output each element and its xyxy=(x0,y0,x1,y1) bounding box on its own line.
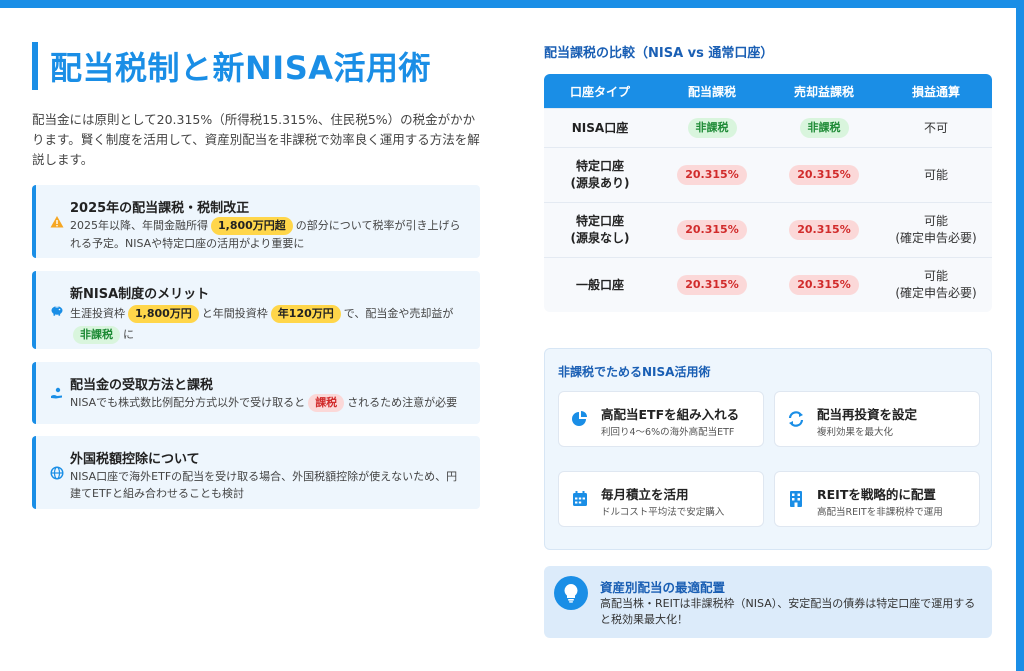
tip-card: 毎月積立を活用 ドルコスト平均法で安定購入 xyxy=(558,471,764,527)
card-foreign-tax-credit: 外国税額控除について NISA口座で海外ETFの配当を受け取る場合、外国税額控除… xyxy=(32,436,480,509)
card-text: NISA口座で海外ETFの配当を受け取る場合、外国税額控除が使えないため、円建て… xyxy=(70,470,458,500)
card-title: 2025年の配当課税・税制改正 xyxy=(70,201,250,216)
best-text: 高配当株・REITは非課税枠（NISA）、安定配当の債券は特定口座で運用すると税… xyxy=(600,597,976,626)
nisa-tips-panel: 非課税でためるNISA活用術 高配当ETFを組み入れる 利回り4〜6%の海外高配… xyxy=(544,348,992,550)
comparison-title: 配当課税の比較（NISA vs 通常口座） xyxy=(544,46,774,61)
dividend-tax-cell: 非課税 xyxy=(656,109,768,147)
refresh-icon xyxy=(787,410,805,428)
lightbulb-icon xyxy=(554,576,588,610)
card-text: 生涯投資枠 1,800万円 と年間投資枠 年120万円 で、配当金や売却益が非課税に xyxy=(70,303,466,345)
hand-coin-icon xyxy=(50,386,64,400)
tip-title: 高配当ETFを組み入れる xyxy=(601,407,740,422)
card-text: NISAでも株式数比例配分方式以外で受け取ると 課税 されるため注意が必要 xyxy=(70,394,466,412)
intro-text: 配当金には原則として20.315%（所得税15.315%、住民税5%）の税金がか… xyxy=(32,112,480,167)
right-column: 配当課税の比較（NISA vs 通常口座） 口座タイプ 配当課税 売却益課税 損… xyxy=(544,42,992,638)
globe-icon xyxy=(50,465,64,480)
table-row: 特定口座 (源泉なし) 20.315% 20.315% 可能 (確定申告必要) xyxy=(544,202,992,257)
title-block: 配当税制と新NISA活用術 xyxy=(32,42,480,90)
pie-chart-icon xyxy=(571,410,589,428)
gain-tax-cell: 非課税 xyxy=(768,109,880,147)
tip-title: 配当再投資を設定 xyxy=(817,407,918,422)
comparison-table: 口座タイプ 配当課税 売却益課税 損益通算 NISA口座 非課税 非課税 不可 … xyxy=(544,74,992,312)
card-title: 新NISA制度のメリット xyxy=(70,287,210,302)
loss-offset-cell: 可能 (確定申告必要) xyxy=(895,214,977,245)
lifetime-limit-highlight: 1,800万円 xyxy=(128,305,199,323)
loss-offset-cell: 不可 xyxy=(923,120,948,135)
header-gain-tax: 売却益課税 xyxy=(793,84,854,99)
table-header: 口座タイプ 配当課税 売却益課税 損益通算 xyxy=(544,74,992,108)
tip-title: 毎月積立を活用 xyxy=(601,487,689,502)
tip-subtitle: ドルコスト平均法で安定購入 xyxy=(601,507,725,518)
card-receiving-method: 配当金の受取方法と課税 NISAでも株式数比例配分方式以外で受け取ると 課税 される… xyxy=(32,362,480,424)
card-text: 2025年以降、年間金融所得 1,800万円超 の部分について税率が引き上げられる予… xyxy=(70,217,461,250)
warning-icon xyxy=(50,215,64,229)
tip-card: REITを戦略的に配置 高配当REITを非課税枠で運用 xyxy=(774,471,980,527)
tip-subtitle: 複利効果を最大化 xyxy=(817,427,894,438)
gain-tax-cell: 20.315% xyxy=(768,203,880,257)
account-type-cell: 特定口座 (源泉なし) xyxy=(570,214,630,245)
header-dividend-tax: 配当課税 xyxy=(687,84,736,99)
top-accent-bar xyxy=(0,0,1024,8)
card-title: 配当金の受取方法と課税 xyxy=(70,378,214,393)
left-column: 配当税制と新NISA活用術 配当金には原則として20.315%（所得税15.31… xyxy=(32,42,480,509)
right-accent-bar xyxy=(1016,0,1024,671)
taxed-badge: 課税 xyxy=(308,394,345,412)
tax-free-badge: 非課税 xyxy=(73,326,120,344)
page-title: 配当税制と新NISA活用術 xyxy=(50,49,432,87)
table-row: 特定口座 (源泉あり) 20.315% 20.315% 可能 xyxy=(544,147,992,202)
building-icon xyxy=(787,490,805,508)
tip-card: 配当再投資を設定 複利効果を最大化 xyxy=(774,391,980,447)
amount-highlight: 1,800万円超 xyxy=(211,217,293,235)
table-row: NISA口座 非課税 非課税 不可 xyxy=(544,108,992,147)
tip-subtitle: 利回り4〜6%の海外高配当ETF xyxy=(601,427,735,438)
account-type-cell: 特定口座 (源泉あり) xyxy=(570,159,630,190)
piggy-bank-icon xyxy=(50,303,64,317)
gain-tax-cell: 20.315% xyxy=(768,258,880,312)
card-tax-reform: 2025年の配当課税・税制改正 2025年以降、年間金融所得 1,800万円超 の部… xyxy=(32,185,480,258)
header-account-type: 口座タイプ xyxy=(569,84,630,99)
card-nisa-merits: 新NISA制度のメリット 生涯投資枠 1,800万円 と年間投資枠 年120万円 で、配… xyxy=(32,271,480,349)
annual-limit-highlight: 年120万円 xyxy=(270,305,341,323)
tip-card: 高配当ETFを組み入れる 利回り4〜6%の海外高配当ETF xyxy=(558,391,764,447)
dividend-tax-cell: 20.315% xyxy=(656,148,768,202)
best-title: 資産別配当の最適配置 xyxy=(600,580,726,595)
loss-offset-cell: 可能 (確定申告必要) xyxy=(895,269,977,300)
tip-subtitle: 高配当REITを非課税枠で運用 xyxy=(817,507,943,518)
best-allocation-panel: 資産別配当の最適配置 高配当株・REITは非課税枠（NISA）、安定配当の債券は… xyxy=(544,566,992,638)
table-row: 一般口座 20.315% 20.315% 可能 (確定申告必要) xyxy=(544,257,992,312)
account-type-cell: NISA口座 xyxy=(571,120,629,135)
tip-title: REITを戦略的に配置 xyxy=(817,487,936,502)
calendar-icon xyxy=(571,490,589,508)
loss-offset-cell: 可能 xyxy=(923,167,948,182)
account-type-cell: 一般口座 xyxy=(575,277,624,292)
header-loss-offset: 損益通算 xyxy=(911,84,960,99)
card-title: 外国税額控除について xyxy=(70,452,200,467)
tips-title: 非課税でためるNISA活用術 xyxy=(558,365,711,379)
gain-tax-cell: 20.315% xyxy=(768,148,880,202)
dividend-tax-cell: 20.315% xyxy=(656,258,768,312)
dividend-tax-cell: 20.315% xyxy=(656,203,768,257)
